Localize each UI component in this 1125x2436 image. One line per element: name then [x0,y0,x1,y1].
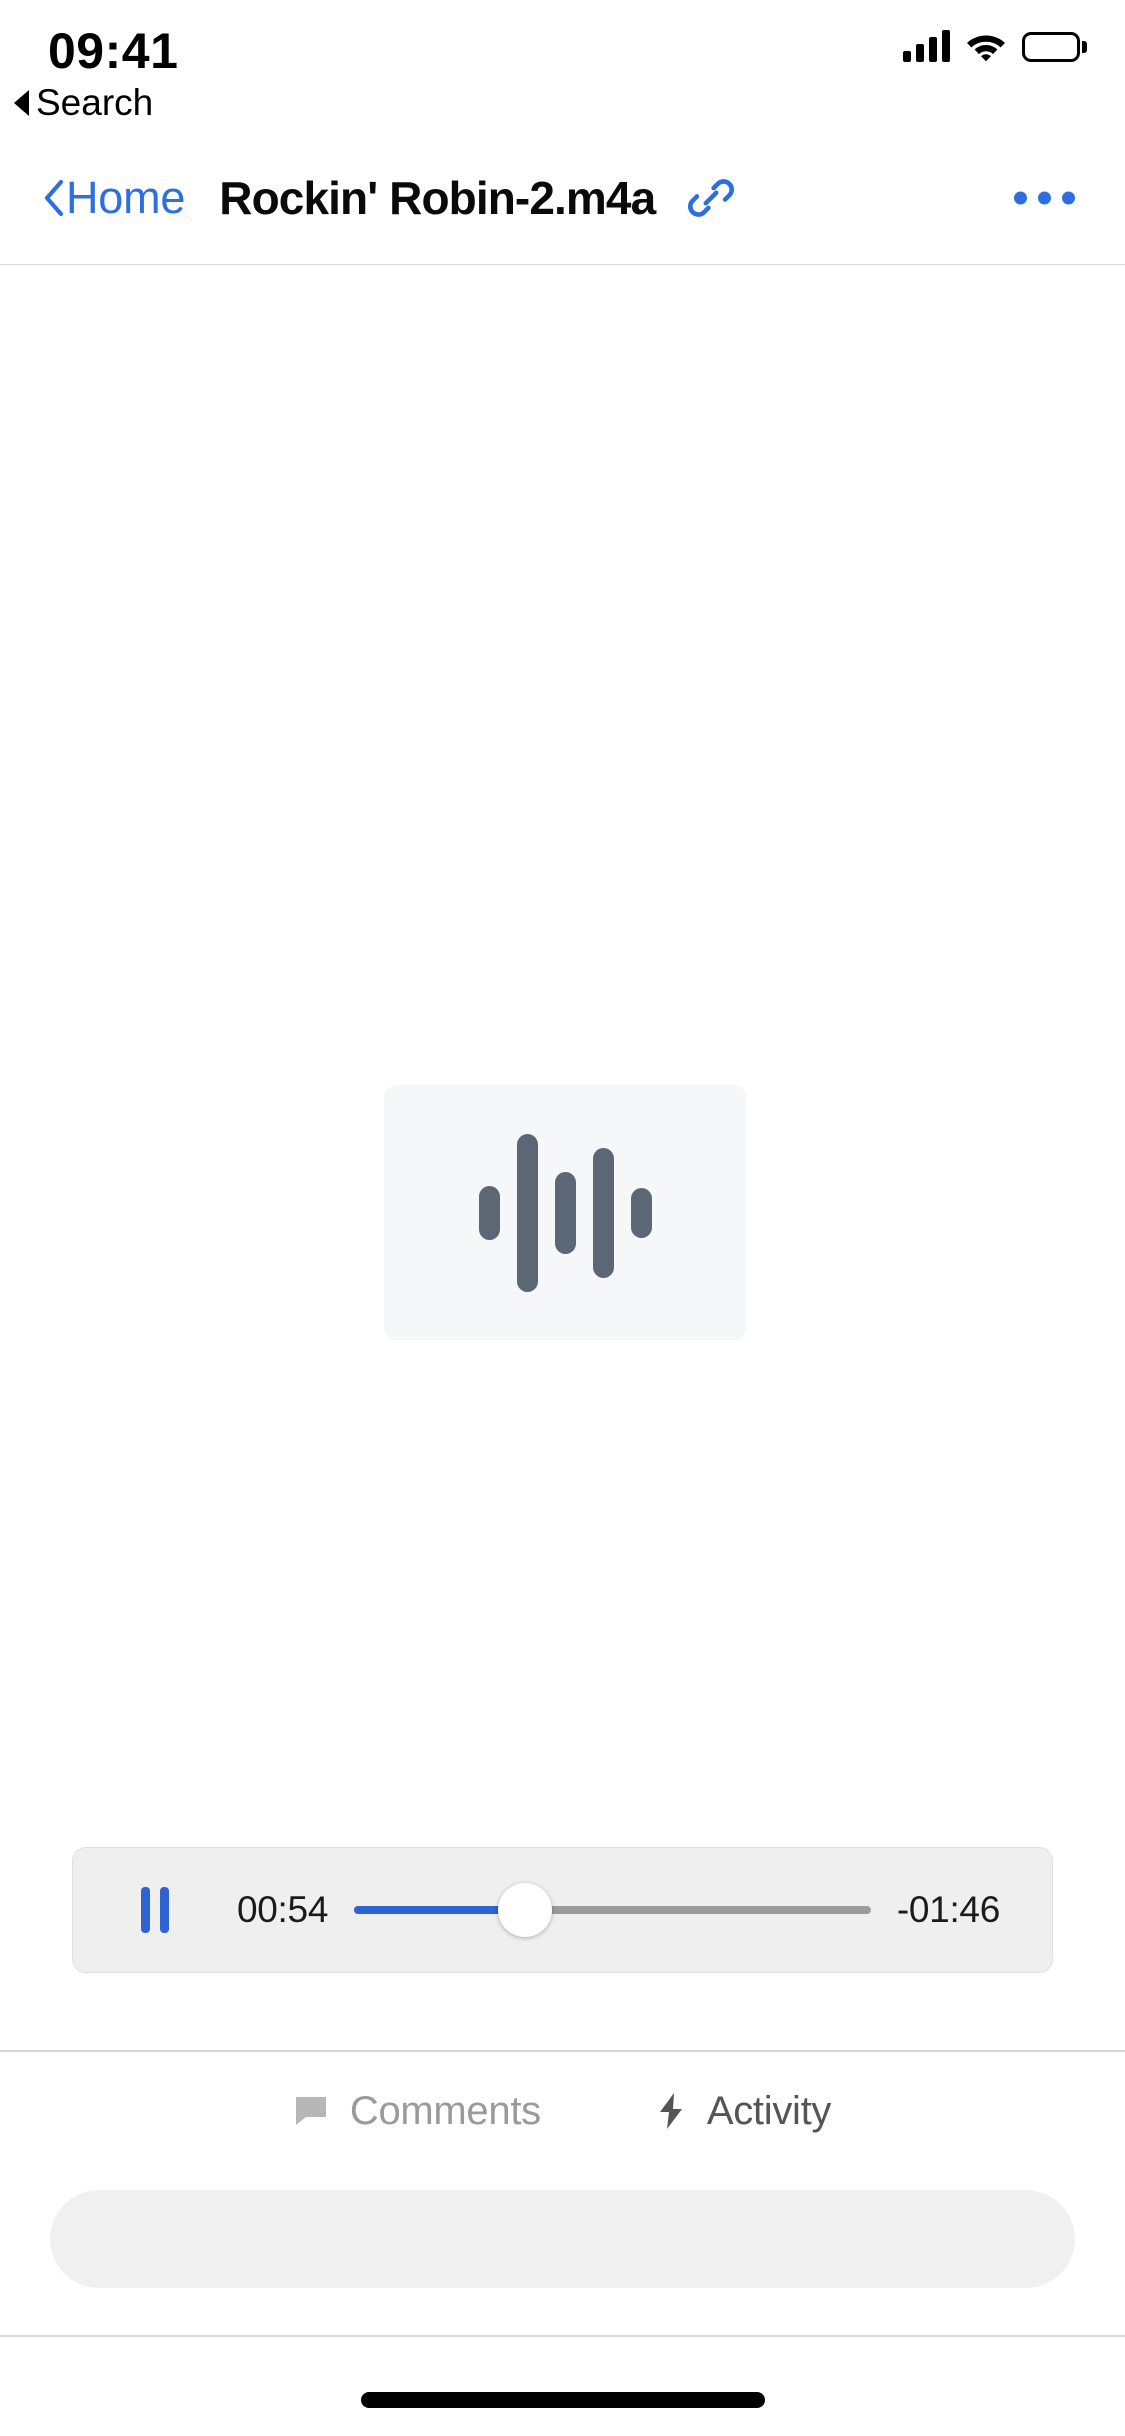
tab-activity[interactable]: Activity [653,2079,835,2144]
file-preview-area [0,265,1125,2050]
status-back-label: Search [36,82,154,123]
tab-comments-label: Comments [349,2088,541,2133]
audio-waveform-icon [384,1085,746,1340]
wifi-icon [967,35,1005,62]
playback-scrubber[interactable] [354,1883,871,1937]
comment-input[interactable] [90,2218,1035,2260]
status-bar-back-to-search[interactable]: Search [14,82,153,124]
tab-comments[interactable]: Comments [290,2079,545,2144]
elapsed-time-label: 00:54 [237,1889,329,1930]
bottom-divider [0,2335,1125,2337]
home-indicator-bar [360,2392,765,2408]
waveform-bar [592,1147,614,1278]
link-chain-icon [688,179,735,217]
more-dot [1062,191,1075,205]
comment-composer[interactable] [50,2190,1075,2288]
battery-full-icon [1022,32,1087,62]
lightning-bolt-icon [659,2093,682,2129]
back-triangle-icon [14,90,29,116]
waveform-bar [554,1171,576,1254]
tab-bar: Comments Activity [0,2051,1125,2171]
audio-player: 00:54 -01:46 [72,1847,1053,1973]
pause-icon-bar [141,1887,150,1933]
navigation-bar: Home Rockin' Robin-2.m4a [0,132,1125,265]
status-bar: 09:41 Search [0,0,1125,132]
remaining-time-label: -01:46 [896,1889,1000,1930]
status-time: 09:41 [48,23,179,79]
more-options-button[interactable] [1008,178,1081,219]
page-title: Rockin' Robin-2.m4a [219,172,656,224]
pause-icon-bar [160,1887,169,1933]
scrubber-thumb[interactable] [497,1883,552,1937]
back-button-label: Home [66,172,186,223]
waveform-bar [516,1133,538,1292]
more-dot [1014,191,1027,205]
waveform-bar [478,1185,500,1240]
phone-screen: 09:41 Search Home Rockin' Robin-2.m4a 00… [0,0,1125,2436]
back-to-home-button[interactable]: Home [42,172,185,224]
status-bar-indicators [903,30,1087,62]
chevron-left-icon [44,179,64,217]
signal-bars-icon [903,30,950,62]
more-dot [1038,191,1051,205]
pause-button[interactable] [125,1880,185,1940]
copy-link-button[interactable] [683,170,739,226]
tab-activity-label: Activity [706,2088,832,2133]
comment-bubble-icon [295,2097,326,2125]
waveform-bar [630,1187,652,1238]
